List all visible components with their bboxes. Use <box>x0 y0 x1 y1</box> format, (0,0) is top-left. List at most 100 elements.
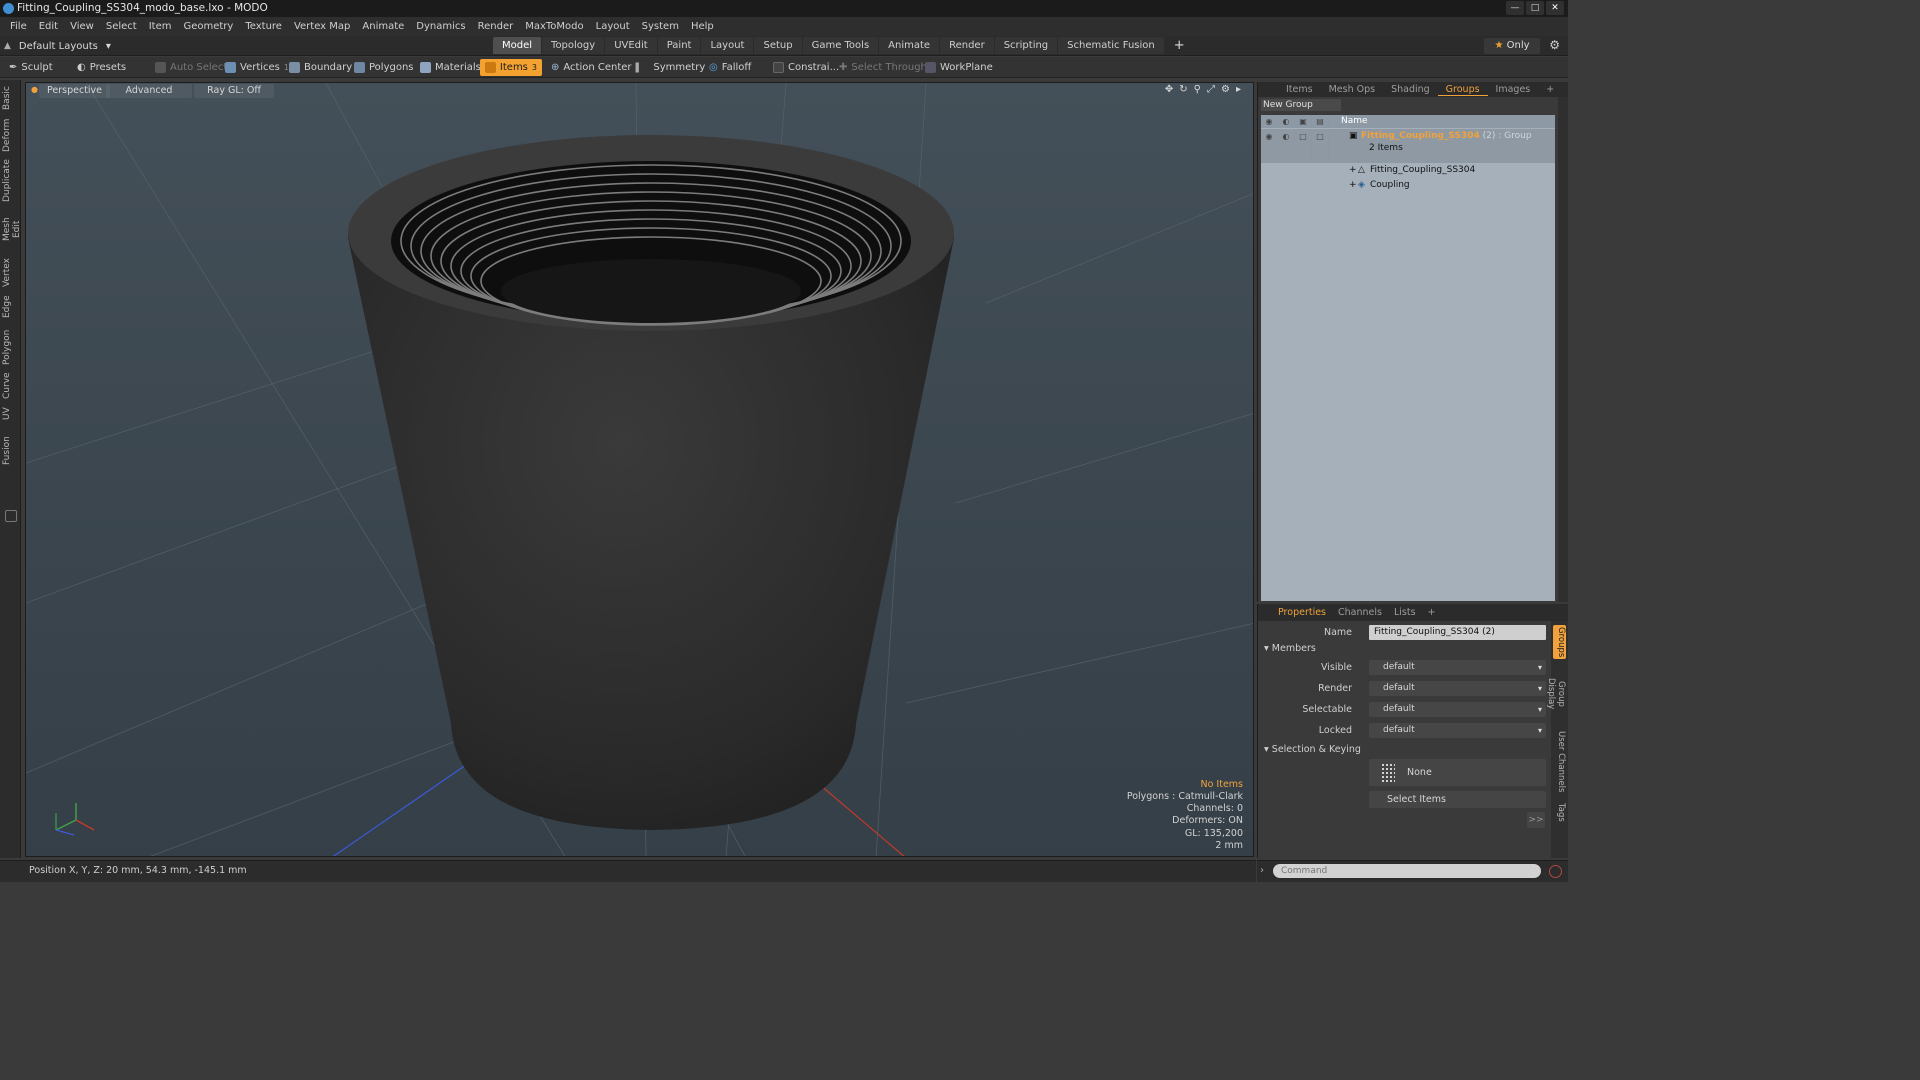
close-icon[interactable]: ✕ <box>1546 1 1564 15</box>
tab-properties[interactable]: Properties <box>1272 607 1332 618</box>
vtab-mesh-edit[interactable]: Mesh Edit <box>2 208 22 250</box>
vtab-deform[interactable]: Deform <box>2 118 18 152</box>
vtab-curve[interactable]: Curve <box>2 372 18 400</box>
layouts-dropdown[interactable]: ▲ Default Layouts ▾ <box>4 38 111 54</box>
menu-layout[interactable]: Layout <box>590 21 636 32</box>
select-icon[interactable]: □ <box>1312 129 1329 163</box>
fit-view-icon[interactable]: ⤢ <box>1207 84 1215 95</box>
vtab-groups[interactable]: Groups <box>1553 625 1566 659</box>
lock-icon[interactable]: ▣ <box>1295 115 1312 128</box>
menu-maxtomodo[interactable]: MaxToModo <box>519 21 589 32</box>
action-center-button[interactable]: ⊕ Action Center <box>546 59 637 76</box>
eye-icon[interactable]: ◉ <box>1261 129 1278 163</box>
3d-viewport[interactable]: ● Perspective Advanced Ray GL: Off ✥ ↻ ⚲… <box>25 82 1254 857</box>
vtab-uv[interactable]: UV <box>2 406 18 422</box>
add-tab-icon[interactable]: + <box>1422 607 1442 618</box>
add-tab-icon[interactable]: + <box>1165 37 1194 54</box>
rotate-view-icon[interactable]: ↻ <box>1179 84 1187 95</box>
workplane-button[interactable]: WorkPlane <box>920 59 998 76</box>
eye-icon[interactable]: ◉ <box>1261 115 1278 128</box>
vertices-button[interactable]: Vertices 1 <box>220 59 294 76</box>
falloff-button[interactable]: ◎ Falloff <box>704 59 756 76</box>
menu-select[interactable]: Select <box>100 21 143 32</box>
tab-render[interactable]: Render <box>940 37 994 54</box>
viewport-settings-icon[interactable]: ⚙ <box>1221 84 1230 95</box>
command-input[interactable] <box>1273 864 1541 878</box>
new-group-button[interactable]: New Group <box>1261 99 1341 111</box>
menu-help[interactable]: Help <box>685 21 720 32</box>
raygl-toggle[interactable]: Ray GL: Off <box>194 84 274 98</box>
more-button[interactable]: >> <box>1527 812 1545 828</box>
menu-animate[interactable]: Animate <box>356 21 410 32</box>
visible-dropdown[interactable]: default ▾ <box>1369 660 1546 675</box>
menu-geometry[interactable]: Geometry <box>177 21 239 32</box>
materials-button[interactable]: Materials <box>415 59 486 76</box>
menu-item[interactable]: Item <box>143 21 178 32</box>
tab-images[interactable]: Images <box>1488 84 1539 95</box>
menu-file[interactable]: File <box>4 21 33 32</box>
maximize-icon[interactable]: □ <box>1526 1 1544 15</box>
groups-scrollbar[interactable] <box>1558 97 1568 602</box>
tab-layout[interactable]: Layout <box>701 37 754 54</box>
tab-shading[interactable]: Shading <box>1383 84 1438 95</box>
vtab-polygon[interactable]: Polygon <box>2 328 18 366</box>
items-button[interactable]: Items 3 <box>480 59 542 76</box>
render-icon[interactable]: ◐ <box>1278 129 1295 163</box>
vtab-edge[interactable]: Edge <box>2 294 18 320</box>
only-button[interactable]: ★ Only <box>1484 38 1540 54</box>
shading-advanced-button[interactable]: Advanced <box>106 84 192 98</box>
viewport-menu-dot[interactable]: ● <box>31 85 38 94</box>
expand-icon[interactable]: + <box>1349 163 1357 178</box>
viewport-expand-icon[interactable]: ▸ <box>1236 84 1241 95</box>
tab-topology[interactable]: Topology <box>542 37 605 54</box>
lock-icon[interactable]: □ <box>1295 129 1312 163</box>
tab-game-tools[interactable]: Game Tools <box>802 37 879 54</box>
render-dropdown[interactable]: default ▾ <box>1369 681 1546 696</box>
menu-render[interactable]: Render <box>472 21 520 32</box>
menu-dynamics[interactable]: Dynamics <box>410 21 471 32</box>
select-icon[interactable]: ▤ <box>1312 115 1329 128</box>
tab-channels[interactable]: Channels <box>1332 607 1388 618</box>
tab-mesh-ops[interactable]: Mesh Ops <box>1321 84 1384 95</box>
tab-groups[interactable]: Groups <box>1437 84 1488 96</box>
select-through-button[interactable]: ✚ Select Through <box>834 59 932 76</box>
tree-row-coupling[interactable]: + ◈ Coupling <box>1261 178 1555 193</box>
selection-keying-section[interactable]: ▾ Selection & Keying <box>1264 744 1361 755</box>
polygons-button[interactable]: Polygons <box>349 59 419 76</box>
zoom-view-icon[interactable]: ⚲ <box>1194 84 1201 95</box>
gear-icon[interactable]: ⚙ <box>1549 38 1560 52</box>
move-view-icon[interactable]: ✥ <box>1165 84 1173 95</box>
tree-row-mesh[interactable]: + △ Fitting_Coupling_SS304 <box>1261 163 1555 178</box>
vtab-fusion[interactable]: Fusion <box>2 436 18 466</box>
menu-system[interactable]: System <box>636 21 685 32</box>
view-perspective-button[interactable]: Perspective <box>39 84 111 98</box>
minimize-icon[interactable]: — <box>1506 1 1524 15</box>
boundary-button[interactable]: Boundary <box>284 59 357 76</box>
vtab-tags[interactable]: Tags <box>1553 799 1566 825</box>
menu-texture[interactable]: Texture <box>239 21 288 32</box>
vtab-user-channels[interactable]: User Channels <box>1553 731 1566 793</box>
tab-animate[interactable]: Animate <box>879 37 940 54</box>
tab-model[interactable]: Model <box>493 37 542 54</box>
tab-paint[interactable]: Paint <box>657 37 701 54</box>
constrain-button[interactable]: Constrai... <box>768 59 844 76</box>
tab-setup[interactable]: Setup <box>754 37 802 54</box>
vtab-vertex[interactable]: Vertex <box>2 258 18 288</box>
sculpt-button[interactable]: ✒ Sculpt <box>4 59 58 76</box>
command-history-icon[interactable] <box>1549 865 1562 878</box>
select-items-button[interactable]: Select Items <box>1369 791 1546 808</box>
menu-edit[interactable]: Edit <box>33 21 64 32</box>
symmetry-button[interactable]: ❚ Symmetry <box>628 59 710 76</box>
render-icon[interactable]: ◐ <box>1278 115 1295 128</box>
layout-toggle-icon[interactable] <box>5 510 17 522</box>
tab-items[interactable]: Items <box>1278 84 1321 95</box>
keying-none-button[interactable]: None <box>1369 759 1546 786</box>
add-tab-icon[interactable]: + <box>1538 84 1562 95</box>
collapse-up-icon[interactable]: ▲ <box>4 41 11 51</box>
name-field[interactable]: Fitting_Coupling_SS304 (2) <box>1369 625 1546 640</box>
tab-lists[interactable]: Lists <box>1388 607 1422 618</box>
members-section[interactable]: ▾ Members <box>1264 643 1316 654</box>
selectable-dropdown[interactable]: default ▾ <box>1369 702 1546 717</box>
locked-dropdown[interactable]: default ▾ <box>1369 723 1546 738</box>
vtab-basic[interactable]: Basic <box>2 84 18 112</box>
